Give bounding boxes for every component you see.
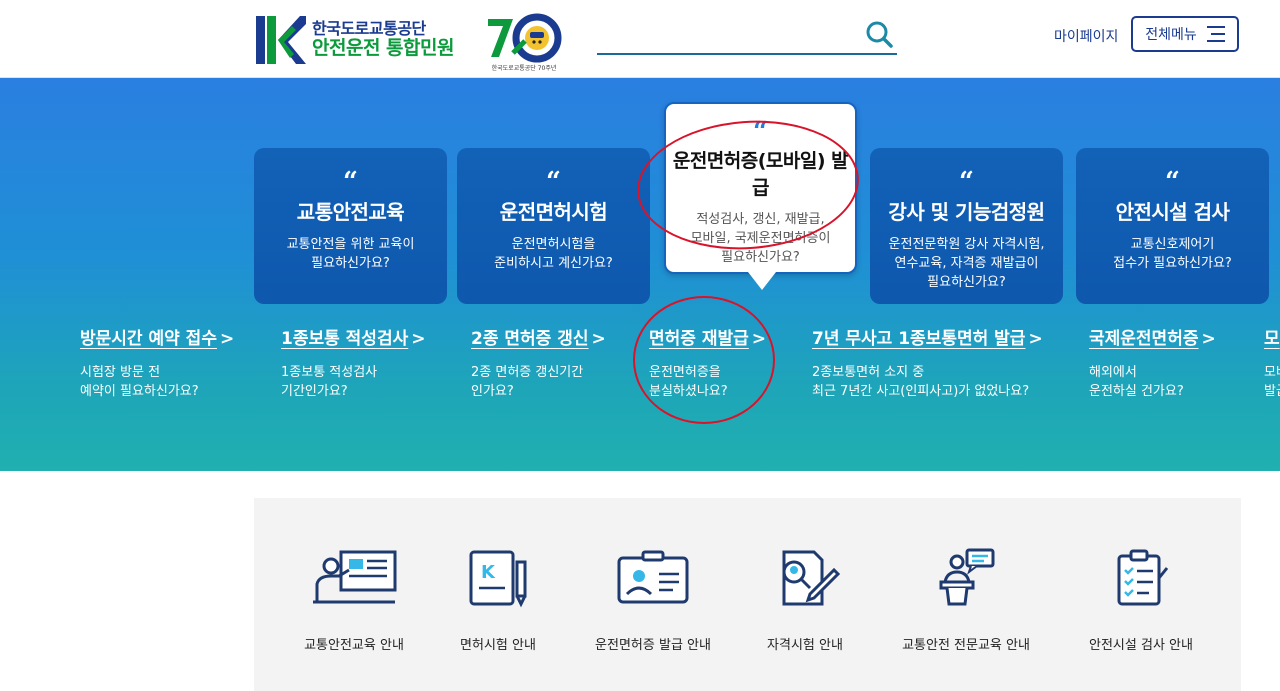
- service-guide-panel: 교통안전교육 안내 K 면허시험 안내 운전면허증 발급 안내 자격시험 안내 …: [254, 498, 1241, 691]
- site-header: 한국도로교통공단 안전운전 통합민원 한국도로교통공단 70주년 마이페이지 전…: [0, 0, 1280, 78]
- link-title: 모: [1264, 329, 1280, 349]
- link-desc: 모바발급: [1264, 365, 1280, 399]
- svg-text:K: K: [481, 562, 496, 583]
- card-license-issuance-mobile[interactable]: “ 운전면허증(모바일) 발급 적성검사, 갱신, 재발급, 모바일, 국제운전면…: [664, 102, 857, 274]
- link-license-reissue[interactable]: 면허증 재발급 > 운전면허증을 분실하셨나요?: [649, 324, 766, 401]
- card-desc: 운전전문학원 강사 자격시험, 연수교육, 자격증 재발급이 필요하신가요?: [888, 237, 1045, 290]
- hero-section: “ 교통안전교육 교통안전을 위한 교육이 필요하신가요? “ 운전면허시험 운전…: [0, 78, 1280, 471]
- service-traffic-education-guide[interactable]: 교통안전교육 안내: [294, 548, 414, 653]
- service-label: 교통안전교육 안내: [304, 638, 404, 653]
- exam-notebook-icon: K: [469, 550, 527, 608]
- chevron-right-icon: >: [1028, 329, 1043, 349]
- hamburger-icon: [1206, 26, 1225, 42]
- quote-icon: “: [343, 167, 358, 197]
- chevron-right-icon: >: [751, 329, 767, 349]
- site-logo[interactable]: 한국도로교통공단 안전운전 통합민원: [254, 14, 454, 66]
- search-icon[interactable]: [865, 20, 893, 48]
- quote-icon: “: [959, 167, 974, 197]
- quote-icon: “: [1165, 167, 1180, 197]
- service-label: 안전시설 검사 안내: [1089, 638, 1193, 653]
- featured-card-pointer: [748, 272, 776, 290]
- link-visit-reservation[interactable]: 방문시간 예약 접수 > 시험장 방문 전 예약이 필요하신가요?: [80, 324, 234, 401]
- certificate-pen-icon: [782, 550, 840, 606]
- mypage-link[interactable]: 마이페이지: [1054, 26, 1118, 46]
- id-card-icon: [617, 550, 689, 604]
- speaker-podium-icon: [939, 548, 995, 606]
- service-label: 운전면허증 발급 안내: [595, 638, 711, 653]
- link-title: 7년 무사고 1종보통면허 발급 >: [812, 329, 1043, 349]
- all-menu-button[interactable]: 전체메뉴: [1131, 16, 1239, 52]
- card-desc: 운전면허시험을 준비하시고 계신가요?: [494, 237, 613, 271]
- all-menu-label: 전체메뉴: [1145, 27, 1197, 43]
- link-title: 2종 면허증 갱신 >: [471, 329, 606, 349]
- link-title: 국제운전면허증 >: [1089, 329, 1216, 349]
- service-facility-inspection-guide[interactable]: 안전시설 검사 안내: [1076, 548, 1206, 653]
- clipboard-checklist-icon: [1117, 549, 1169, 606]
- anniversary-70-emblem: 한국도로교통공단 70주년: [485, 13, 563, 73]
- link-desc: 해외에서 운전하실 건가요?: [1089, 365, 1184, 399]
- chevron-right-icon: >: [1201, 329, 1216, 349]
- link-title: 1종보통 적성검사 >: [281, 329, 426, 349]
- link-desc: 운전면허증을 분실하셨나요?: [649, 365, 728, 399]
- card-license-exam[interactable]: “ 운전면허시험 운전면허시험을 준비하시고 계신가요?: [457, 148, 650, 304]
- anniversary-caption: 한국도로교통공단 70주년: [491, 65, 557, 72]
- chevron-right-icon: >: [411, 329, 426, 349]
- quote-icon: “: [546, 167, 561, 197]
- card-desc: 교통신호제어기 접수가 필요하신가요?: [1113, 237, 1232, 271]
- card-traffic-safety-education[interactable]: “ 교통안전교육 교통안전을 위한 교육이 필요하신가요?: [254, 148, 447, 304]
- kk-logo-icon: [254, 14, 306, 66]
- logo-service-name: 안전운전 통합민원: [312, 37, 454, 60]
- quote-icon: “: [753, 117, 768, 147]
- card-title: 강사 및 기능검정원: [888, 200, 1045, 224]
- link-title: 면허증 재발급 >: [649, 329, 767, 349]
- card-title: 교통안전교육: [296, 200, 405, 224]
- chevron-right-icon: >: [219, 329, 235, 349]
- card-title: 운전면허시험: [499, 200, 608, 224]
- search-bar: [597, 16, 897, 55]
- service-label: 면허시험 안내: [460, 638, 536, 653]
- link-7yr-no-accident-class1[interactable]: 7년 무사고 1종보통면허 발급 > 2종보통면허 소지 중 최근 7년간 사고(인…: [812, 324, 1043, 401]
- link-title: 방문시간 예약 접수 >: [80, 329, 235, 349]
- card-title: 운전면허증(모바일) 발급: [672, 150, 849, 199]
- card-title: 안전시설 검사: [1115, 200, 1230, 224]
- service-qualification-exam-guide[interactable]: 자격시험 안내: [745, 548, 865, 653]
- link-desc: 1종보통 적성검사 기간인가요?: [281, 365, 378, 399]
- service-license-exam-guide[interactable]: K 면허시험 안내: [438, 548, 558, 653]
- logo-org-name: 한국도로교통공단: [312, 18, 426, 38]
- service-label: 교통안전 전문교육 안내: [902, 638, 1030, 653]
- card-desc: 교통안전을 위한 교육이 필요하신가요?: [286, 237, 415, 271]
- search-input[interactable]: [597, 16, 851, 52]
- lecture-icon: [313, 550, 397, 604]
- service-license-issuance-guide[interactable]: 운전면허증 발급 안내: [588, 548, 718, 653]
- link-desc: 2종보통면허 소지 중 최근 7년간 사고(인피사고)가 없었나요?: [812, 365, 1030, 399]
- card-instructor-examiner[interactable]: “ 강사 및 기능검정원 운전전문학원 강사 자격시험, 연수교육, 자격증 재발…: [870, 148, 1063, 304]
- link-class2-renewal[interactable]: 2종 면허증 갱신 > 2종 면허증 갱신기간 인가요?: [471, 324, 606, 401]
- link-desc: 2종 면허증 갱신기간 인가요?: [471, 365, 584, 399]
- service-label: 자격시험 안내: [767, 638, 843, 653]
- link-international-license[interactable]: 국제운전면허증 > 해외에서 운전하실 건가요?: [1089, 324, 1216, 401]
- card-desc: 적성검사, 갱신, 재발급, 모바일, 국제운전면허증이 필요하신가요?: [690, 212, 831, 265]
- chevron-right-icon: >: [591, 329, 606, 349]
- card-safety-facility-inspection[interactable]: “ 안전시설 검사 교통신호제어기 접수가 필요하신가요?: [1076, 148, 1269, 304]
- link-desc: 시험장 방문 전 예약이 필요하신가요?: [80, 365, 199, 399]
- link-mobile-license-partial[interactable]: 모 모바발급: [1264, 324, 1280, 401]
- link-class1-aptitude-test[interactable]: 1종보통 적성검사 > 1종보통 적성검사 기간인가요?: [281, 324, 425, 401]
- service-professional-education-guide[interactable]: 교통안전 전문교육 안내: [891, 548, 1041, 653]
- anniversary-70-icon: [488, 13, 562, 63]
